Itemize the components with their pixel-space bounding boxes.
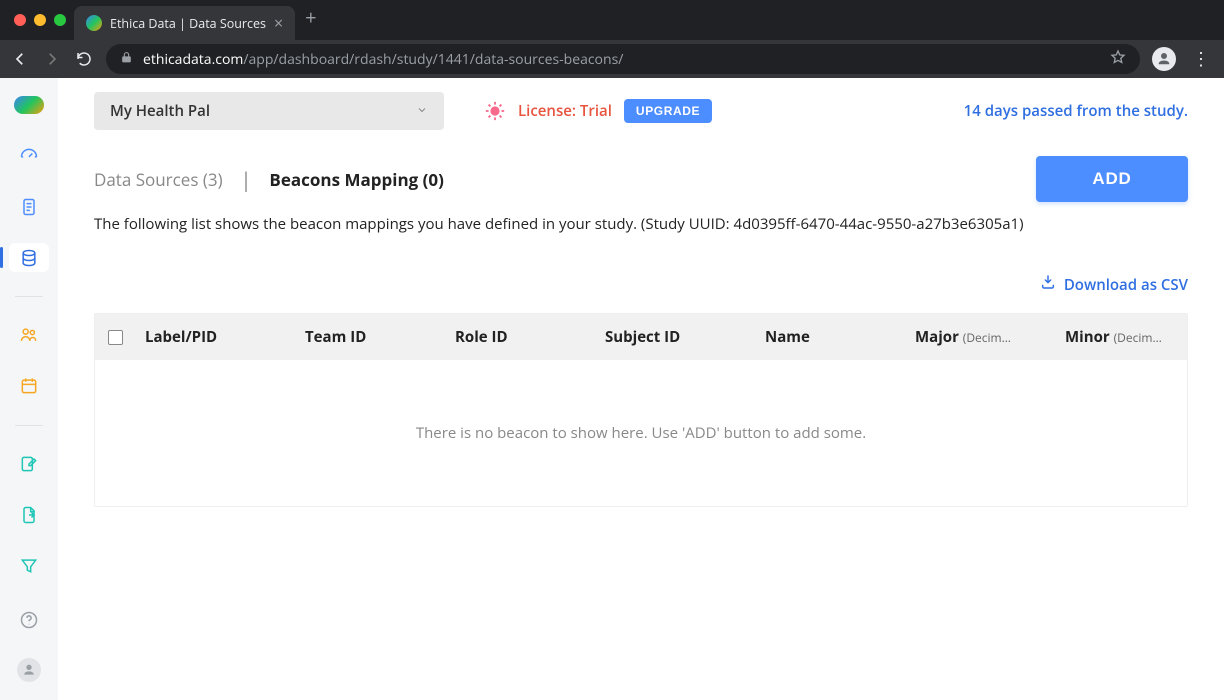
col-label-pid[interactable]: Label/PID: [145, 327, 305, 347]
browser-toolbar: ethicadata.com/app/dashboard/rdash/study…: [0, 40, 1224, 78]
download-icon: [1040, 274, 1056, 295]
sidebar: [0, 78, 58, 700]
chevron-down-icon: [416, 101, 428, 121]
app-logo-icon[interactable]: [14, 96, 44, 114]
table-header: Label/PID Team ID Role ID Subject ID Nam…: [95, 314, 1187, 360]
study-name: My Health Pal: [110, 101, 210, 121]
empty-state-message: There is no beacon to show here. Use 'AD…: [416, 423, 866, 443]
breadcrumb-data-sources[interactable]: Data Sources (3): [94, 168, 223, 191]
breadcrumb-separator: |: [241, 166, 252, 193]
window-controls: [8, 0, 74, 40]
close-window-icon[interactable]: [14, 14, 26, 26]
sidebar-item-edit[interactable]: [9, 449, 49, 478]
sidebar-item-surveys[interactable]: [9, 192, 49, 221]
breadcrumb-beacons: Beacons Mapping (0): [269, 168, 443, 191]
main-content: My Health Pal License: Trial UPGRADE 14 …: [58, 78, 1224, 700]
browser-menu-icon[interactable]: ⋮: [1188, 47, 1214, 71]
profile-avatar-icon[interactable]: [1152, 47, 1176, 71]
sidebar-item-participants[interactable]: [9, 321, 49, 350]
sidebar-item-help[interactable]: [9, 602, 49, 638]
sidebar-divider: [15, 425, 43, 426]
sidebar-item-export[interactable]: [9, 500, 49, 529]
virus-icon: [484, 100, 506, 122]
col-role-id[interactable]: Role ID: [455, 327, 605, 347]
sidebar-divider: [15, 296, 43, 297]
tab-title: Ethica Data | Data Sources: [110, 15, 266, 32]
license-label: License: Trial: [518, 101, 612, 121]
back-button[interactable]: [10, 49, 30, 69]
download-csv-link[interactable]: Download as CSV: [1040, 274, 1188, 295]
lock-icon: [120, 50, 133, 69]
upgrade-button[interactable]: UPGRADE: [624, 99, 712, 123]
url-text: ethicadata.com/app/dashboard/rdash/study…: [143, 50, 1100, 69]
beacons-table: Label/PID Team ID Role ID Subject ID Nam…: [94, 313, 1188, 507]
minimize-window-icon[interactable]: [34, 14, 46, 26]
top-bar: My Health Pal License: Trial UPGRADE 14 …: [94, 92, 1188, 130]
user-avatar-icon[interactable]: [17, 658, 41, 682]
browser-tab[interactable]: Ethica Data | Data Sources ×: [74, 6, 295, 40]
select-all-checkbox[interactable]: [95, 330, 145, 345]
col-minor[interactable]: Minor (Decim…: [1065, 327, 1195, 347]
forward-button[interactable]: [42, 49, 62, 69]
breadcrumb-row: Data Sources (3) | Beacons Mapping (0) A…: [94, 156, 1188, 202]
tab-strip: Ethica Data | Data Sources × +: [0, 0, 1224, 40]
table-body-empty: There is no beacon to show here. Use 'AD…: [95, 360, 1187, 506]
col-major[interactable]: Major (Decim…: [915, 327, 1065, 347]
sidebar-item-data-sources[interactable]: [9, 243, 49, 272]
breadcrumb: Data Sources (3) | Beacons Mapping (0): [94, 166, 444, 193]
add-button[interactable]: ADD: [1036, 156, 1188, 202]
days-passed-link[interactable]: 14 days passed from the study.: [964, 101, 1188, 121]
browser-chrome: Ethica Data | Data Sources × + ethicadat…: [0, 0, 1224, 78]
sidebar-item-dashboard[interactable]: [9, 142, 49, 171]
address-bar[interactable]: ethicadata.com/app/dashboard/rdash/study…: [106, 44, 1140, 74]
bookmark-icon[interactable]: [1110, 49, 1126, 70]
sidebar-item-calendar[interactable]: [9, 372, 49, 401]
new-tab-button[interactable]: +: [295, 4, 326, 37]
sidebar-item-funnel[interactable]: [9, 551, 49, 580]
col-subject-id[interactable]: Subject ID: [605, 327, 765, 347]
maximize-window-icon[interactable]: [54, 14, 66, 26]
close-tab-icon[interactable]: ×: [274, 15, 283, 31]
col-team-id[interactable]: Team ID: [305, 327, 455, 347]
page-description: The following list shows the beacon mapp…: [94, 214, 1188, 234]
download-csv-label: Download as CSV: [1064, 275, 1188, 295]
reload-button[interactable]: [74, 49, 94, 69]
col-name[interactable]: Name: [765, 327, 915, 347]
favicon-icon: [86, 15, 102, 31]
license-section: License: Trial UPGRADE: [484, 99, 712, 123]
app-root: My Health Pal License: Trial UPGRADE 14 …: [0, 78, 1224, 700]
study-selector[interactable]: My Health Pal: [94, 92, 444, 130]
download-row: Download as CSV: [94, 274, 1188, 295]
